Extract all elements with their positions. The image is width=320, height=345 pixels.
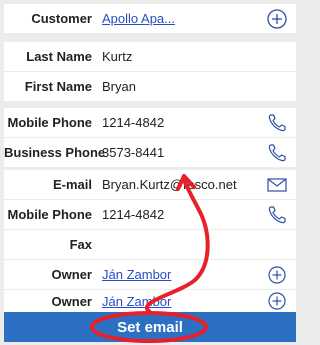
- owner-link[interactable]: Ján Zambor: [102, 267, 171, 282]
- phone-icon[interactable]: [266, 112, 288, 134]
- customer-row: Customer Apollo Apa...: [4, 4, 296, 33]
- add-owner-plus-circle-icon[interactable]: [266, 290, 288, 312]
- last-name-value[interactable]: Kurtz: [102, 49, 132, 64]
- business-phone-label: Business Phone: [4, 145, 106, 160]
- last-name-label: Last Name: [26, 49, 92, 64]
- owner-row-2: Owner Ján Zambor: [4, 290, 296, 312]
- mobile-phone-value-2[interactable]: 1214-4842: [102, 207, 164, 222]
- mobile-phone-label: Mobile Phone: [7, 115, 93, 130]
- business-phone-value[interactable]: 3573-8441: [102, 145, 164, 160]
- first-name-value[interactable]: Bryan: [102, 79, 136, 94]
- owner-label-2: Owner: [51, 293, 92, 309]
- business-phone-row: Business Phone 3573-8441: [4, 138, 296, 167]
- last-name-row: Last Name Kurtz: [4, 42, 296, 71]
- envelope-icon[interactable]: [266, 174, 288, 196]
- first-name-row: First Name Bryan: [4, 72, 296, 101]
- email-value[interactable]: Bryan.Kurtz@resco.net: [102, 177, 237, 192]
- phone-icon[interactable]: [266, 142, 288, 164]
- fax-row: Fax: [4, 230, 296, 259]
- email-row: E-mail Bryan.Kurtz@resco.net: [4, 170, 296, 199]
- add-owner-plus-circle-icon[interactable]: [266, 264, 288, 286]
- owner-row: Owner Ján Zambor: [4, 260, 296, 289]
- add-customer-plus-circle-icon[interactable]: [266, 8, 288, 30]
- set-email-button[interactable]: Set email: [4, 312, 296, 342]
- owner-label: Owner: [51, 267, 92, 282]
- owner-link-2[interactable]: Ján Zambor: [102, 294, 171, 309]
- mobile-phone-row: Mobile Phone 1214-4842: [4, 108, 296, 137]
- mobile-phone-label-2: Mobile Phone: [7, 207, 93, 222]
- first-name-label: First Name: [24, 79, 92, 94]
- mobile-phone-row-2: Mobile Phone 1214-4842: [4, 200, 296, 229]
- phone-icon[interactable]: [266, 204, 288, 226]
- fax-label: Fax: [69, 237, 92, 252]
- customer-label: Customer: [31, 11, 92, 26]
- email-label: E-mail: [52, 177, 92, 192]
- set-email-label: Set email: [117, 318, 183, 336]
- mobile-phone-value[interactable]: 1214-4842: [102, 115, 164, 130]
- customer-link[interactable]: Apollo Apa...: [102, 11, 175, 26]
